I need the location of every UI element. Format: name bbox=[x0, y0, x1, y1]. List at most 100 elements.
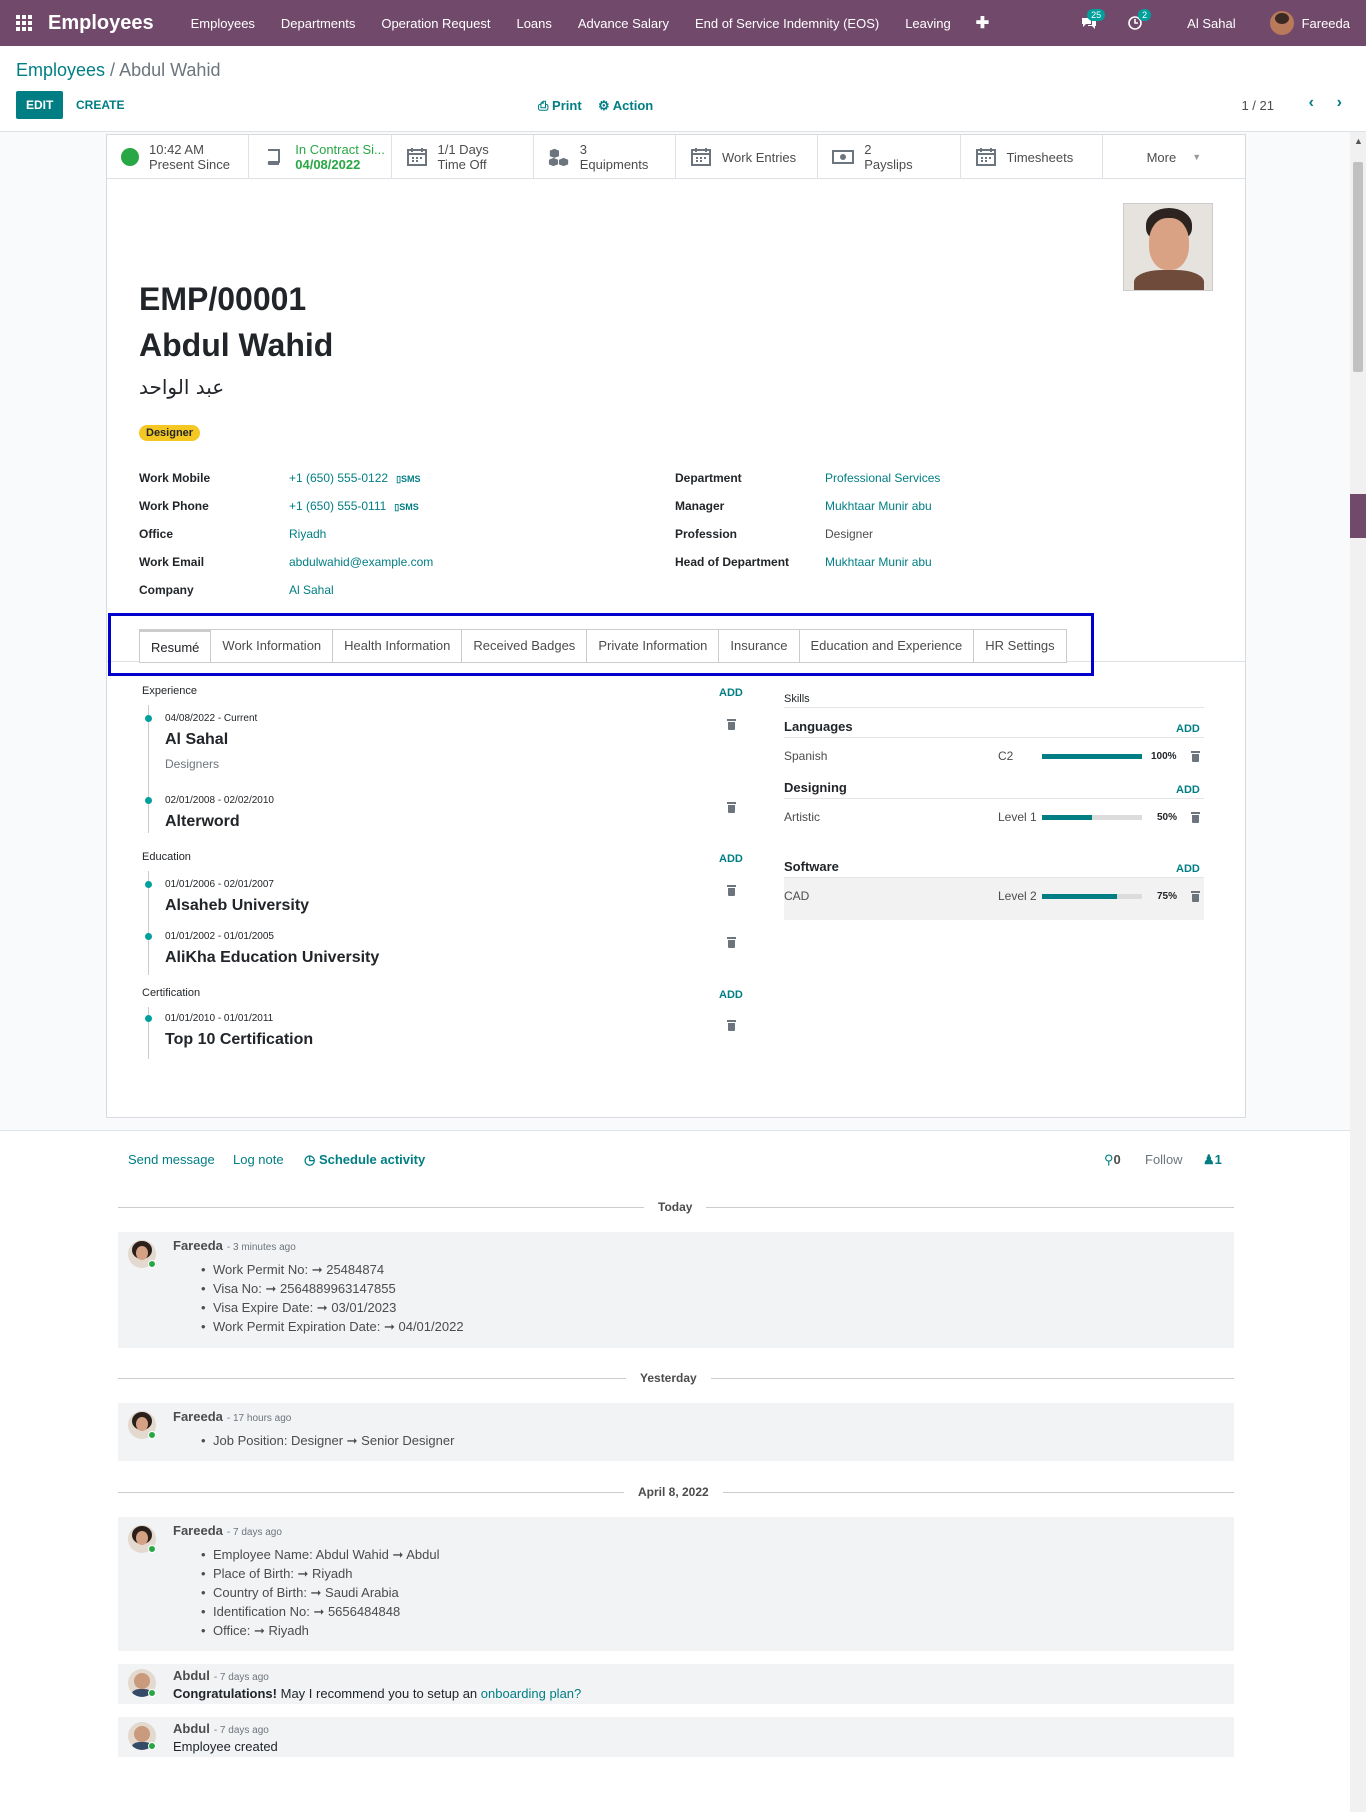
education-title-line[interactable]: AliKha Education University bbox=[165, 949, 379, 967]
menu-eos[interactable]: End of Service Indemnity (EOS) bbox=[682, 16, 892, 31]
pager-value[interactable]: 1 / 21 bbox=[1241, 98, 1274, 113]
office-value[interactable]: Riyadh bbox=[289, 527, 326, 541]
edit-button[interactable]: EDIT bbox=[16, 91, 64, 119]
skills-divider bbox=[784, 737, 1204, 738]
contract-button[interactable]: In Contract Si... 04/08/2022 bbox=[249, 135, 392, 179]
message-author[interactable]: Fareeda - 3 minutes ago bbox=[173, 1238, 296, 1253]
activities-button[interactable]: 2 bbox=[1117, 0, 1153, 46]
followers-button[interactable]: ♟1 bbox=[1203, 1152, 1222, 1168]
tracking-value: Office: ➞ Riyadh bbox=[201, 1623, 309, 1639]
main-menu: Employees Departments Operation Request … bbox=[178, 13, 1002, 33]
schedule-activity-button[interactable]: ◷ Schedule activity bbox=[304, 1152, 425, 1168]
attachments-button[interactable]: ⚲0 bbox=[1104, 1152, 1121, 1168]
trash-icon[interactable] bbox=[727, 885, 736, 896]
menu-departments[interactable]: Departments bbox=[268, 16, 368, 31]
presence-button[interactable]: 10:42 AM Present Since bbox=[107, 135, 250, 179]
timeline-dot bbox=[145, 881, 152, 888]
message-author[interactable]: Fareeda - 7 days ago bbox=[173, 1523, 282, 1538]
message-author[interactable]: Abdul - 7 days ago bbox=[173, 1721, 269, 1736]
scroll-thumb[interactable] bbox=[1353, 162, 1363, 372]
timeline-dot bbox=[145, 933, 152, 940]
breadcrumb-separator: / bbox=[105, 60, 120, 80]
employee-photo[interactable] bbox=[1123, 203, 1213, 291]
activities-count-badge: 2 bbox=[1138, 9, 1152, 21]
trash-icon[interactable] bbox=[727, 937, 736, 948]
work-phone-value[interactable]: +1 (650) 555-0111 ▯SMS bbox=[289, 499, 419, 513]
add-certification-button[interactable]: ADD bbox=[719, 989, 743, 1001]
add-experience-button[interactable]: ADD bbox=[719, 687, 743, 699]
trash-icon[interactable] bbox=[1191, 812, 1200, 823]
trash-icon[interactable] bbox=[727, 719, 736, 730]
date-label-april: April 8, 2022 bbox=[624, 1485, 723, 1499]
trash-icon[interactable] bbox=[1191, 751, 1200, 762]
time-off-button[interactable]: 1/1 Days Time Off bbox=[392, 135, 534, 179]
menu-advance-salary[interactable]: Advance Salary bbox=[565, 16, 682, 31]
smart-buttons: 10:42 AM Present Since In Contract Si... 0… bbox=[107, 135, 1245, 179]
experience-title-line[interactable]: Alterword bbox=[165, 813, 240, 831]
equipments-count: 3 bbox=[579, 142, 587, 157]
send-message-button[interactable]: Send message bbox=[128, 1152, 215, 1167]
skill-level: Level 2 bbox=[998, 889, 1037, 903]
message-author[interactable]: Abdul - 7 days ago bbox=[173, 1668, 269, 1683]
side-panel-toggle[interactable] bbox=[1350, 494, 1366, 538]
company-switcher[interactable]: Al Sahal bbox=[1187, 16, 1235, 31]
payslips-button[interactable]: 2 Payslips bbox=[818, 135, 961, 179]
profession-value: Designer bbox=[825, 527, 874, 541]
skill-progress-fill bbox=[1042, 894, 1117, 899]
message-author[interactable]: Fareeda - 17 hours ago bbox=[173, 1409, 291, 1424]
work-email-label: Work Email bbox=[139, 555, 205, 569]
chevron-right-icon[interactable]: › bbox=[1337, 94, 1342, 112]
skill-row-background bbox=[784, 878, 1204, 920]
messages-button[interactable]: 25 bbox=[1071, 0, 1107, 46]
add-software-skill-button[interactable]: ADD bbox=[1176, 863, 1200, 875]
scroll-up-icon[interactable]: ▲ bbox=[1354, 136, 1363, 146]
menu-operation-request[interactable]: Operation Request bbox=[368, 16, 503, 31]
tracking-value: Visa Expire Date: ➞ 03/01/2023 bbox=[201, 1300, 396, 1316]
tabs-highlight-box bbox=[108, 613, 1094, 676]
education-title-line[interactable]: Alsaheb University bbox=[165, 897, 309, 915]
onboarding-plan-link[interactable]: onboarding plan? bbox=[481, 1686, 581, 1701]
timesheets-button[interactable]: Timesheets bbox=[961, 135, 1103, 179]
add-designing-skill-button[interactable]: ADD bbox=[1176, 784, 1200, 796]
trash-icon[interactable] bbox=[1191, 891, 1200, 902]
manager-value[interactable]: Mukhtaar Munir abu bbox=[825, 499, 932, 513]
category-tag[interactable]: Designer bbox=[139, 425, 201, 441]
action-button[interactable]: ⚙ Action bbox=[598, 98, 653, 114]
date-label-today: Today bbox=[644, 1200, 707, 1214]
company-value[interactable]: Al Sahal bbox=[289, 583, 334, 597]
log-note-button[interactable]: Log note bbox=[233, 1152, 284, 1167]
menu-leaving[interactable]: Leaving bbox=[892, 16, 964, 31]
menu-loans[interactable]: Loans bbox=[503, 16, 564, 31]
user-menu[interactable]: Fareeda bbox=[1269, 11, 1350, 35]
create-button[interactable]: CREATE bbox=[76, 98, 124, 112]
apps-menu-icon[interactable] bbox=[0, 0, 48, 46]
time-off-label: Time Off bbox=[437, 157, 487, 172]
menu-employees[interactable]: Employees bbox=[178, 16, 268, 31]
sms-button[interactable]: ▯SMS bbox=[396, 474, 420, 484]
add-language-skill-button[interactable]: ADD bbox=[1176, 723, 1200, 735]
department-value[interactable]: Professional Services bbox=[825, 471, 940, 485]
work-email-value[interactable]: abdulwahid@example.com bbox=[289, 555, 433, 569]
trash-icon[interactable] bbox=[727, 1020, 736, 1031]
sms-button[interactable]: ▯SMS bbox=[394, 502, 418, 512]
plus-icon[interactable]: ✚ bbox=[964, 13, 1001, 33]
page-scrollbar[interactable]: ▲ bbox=[1350, 132, 1366, 1812]
work-mobile-value[interactable]: +1 (650) 555-0122 ▯SMS bbox=[289, 471, 421, 485]
app-title[interactable]: Employees bbox=[48, 12, 154, 35]
follow-button[interactable]: Follow bbox=[1145, 1152, 1183, 1167]
certification-title-line[interactable]: Top 10 Certification bbox=[165, 1031, 313, 1049]
add-education-button[interactable]: ADD bbox=[719, 853, 743, 865]
experience-title-line[interactable]: Al Sahal bbox=[165, 731, 228, 749]
more-button[interactable]: More ▼ bbox=[1103, 135, 1245, 179]
work-entries-button[interactable]: Work Entries bbox=[676, 135, 819, 179]
office-label: Office bbox=[139, 527, 174, 541]
chevron-left-icon[interactable]: ‹ bbox=[1309, 94, 1314, 112]
presence-status-icon bbox=[121, 148, 139, 166]
timeline-dot bbox=[145, 797, 152, 804]
head-of-department-value[interactable]: Mukhtaar Munir abu bbox=[825, 555, 932, 569]
breadcrumb-employees[interactable]: Employees bbox=[16, 60, 105, 80]
trash-icon[interactable] bbox=[727, 802, 736, 813]
certification-date: 01/01/2010 - 01/01/2011 bbox=[165, 1013, 274, 1024]
print-button[interactable]: ⎙ Print bbox=[538, 98, 582, 114]
equipments-button[interactable]: 3 Equipments bbox=[534, 135, 676, 179]
